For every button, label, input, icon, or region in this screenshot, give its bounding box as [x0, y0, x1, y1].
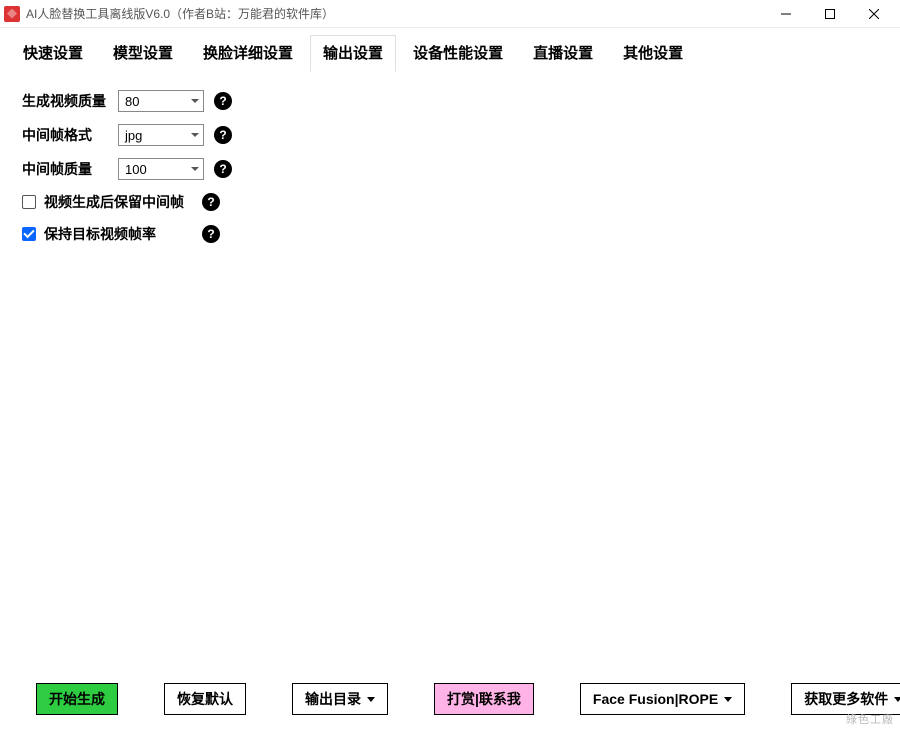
bottom-toolbar: 开始生成 恢复默认 输出目录 打赏|联系我 Face Fusion|ROPE 获…	[0, 683, 900, 715]
app-icon	[4, 6, 20, 22]
video-quality-label: 生成视频质量	[22, 91, 108, 111]
frame-quality-label: 中间帧质量	[22, 159, 108, 179]
tab-quick-settings[interactable]: 快速设置	[10, 35, 96, 72]
tab-other-settings[interactable]: 其他设置	[610, 35, 696, 72]
frame-format-select[interactable]: jpg	[118, 124, 204, 146]
more-software-label: 获取更多软件	[804, 689, 888, 709]
minimize-button[interactable]	[764, 0, 808, 28]
help-icon[interactable]: ?	[202, 193, 220, 211]
close-button[interactable]	[852, 0, 896, 28]
frame-quality-select[interactable]: 100	[118, 158, 204, 180]
keep-fps-checkbox[interactable]	[22, 227, 36, 241]
chevron-down-icon	[191, 99, 199, 103]
dropdown-caret-icon	[894, 697, 900, 702]
keep-frames-checkbox[interactable]	[22, 195, 36, 209]
titlebar: AI人脸替换工具离线版V6.0（作者B站：万能君的软件库）	[0, 0, 900, 28]
tab-device-perf-settings[interactable]: 设备性能设置	[400, 35, 516, 72]
tab-swap-detail-settings[interactable]: 换脸详细设置	[190, 35, 306, 72]
dropdown-caret-icon	[367, 697, 375, 702]
frame-format-value: jpg	[125, 128, 142, 143]
watermark: 綠色工廠	[846, 711, 894, 727]
tabs: 快速设置 模型设置 换脸详细设置 输出设置 设备性能设置 直播设置 其他设置	[0, 28, 900, 72]
frame-quality-value: 100	[125, 162, 147, 177]
face-fusion-rope-label: Face Fusion|ROPE	[593, 691, 718, 707]
chevron-down-icon	[191, 167, 199, 171]
tab-model-settings[interactable]: 模型设置	[100, 35, 186, 72]
output-settings-panel: 生成视频质量 80 ? 中间帧格式 jpg ? 中间帧质量 100 ? 视频生成…	[0, 72, 900, 274]
tab-live-settings[interactable]: 直播设置	[520, 35, 606, 72]
keep-fps-label: 保持目标视频帧率	[44, 224, 194, 244]
maximize-button[interactable]	[808, 0, 852, 28]
frame-format-label: 中间帧格式	[22, 125, 108, 145]
dropdown-caret-icon	[724, 697, 732, 702]
start-generate-button[interactable]: 开始生成	[36, 683, 118, 715]
tab-output-settings[interactable]: 输出设置	[310, 35, 396, 72]
donate-contact-button[interactable]: 打赏|联系我	[434, 683, 534, 715]
help-icon[interactable]: ?	[214, 160, 232, 178]
face-fusion-rope-button[interactable]: Face Fusion|ROPE	[580, 683, 745, 715]
reset-defaults-button[interactable]: 恢复默认	[164, 683, 246, 715]
keep-frames-label: 视频生成后保留中间帧	[44, 192, 194, 212]
help-icon[interactable]: ?	[214, 92, 232, 110]
video-quality-value: 80	[125, 94, 139, 109]
help-icon[interactable]: ?	[202, 225, 220, 243]
help-icon[interactable]: ?	[214, 126, 232, 144]
output-dir-button[interactable]: 输出目录	[292, 683, 388, 715]
window-title: AI人脸替换工具离线版V6.0（作者B站：万能君的软件库）	[26, 5, 334, 22]
chevron-down-icon	[191, 133, 199, 137]
output-dir-label: 输出目录	[305, 689, 361, 709]
video-quality-select[interactable]: 80	[118, 90, 204, 112]
